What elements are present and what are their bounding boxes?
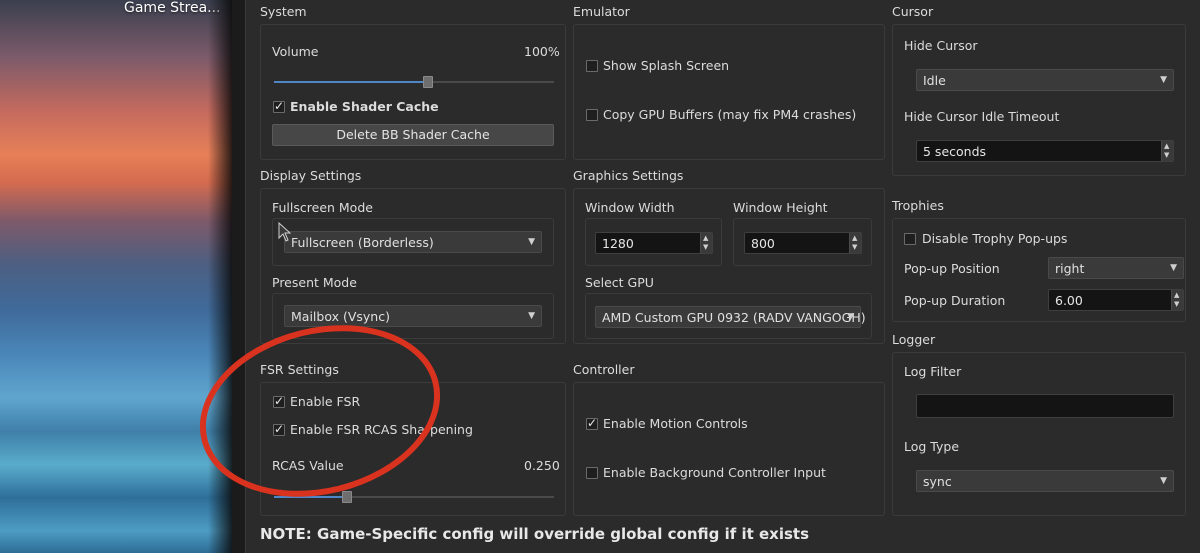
- window-height-label: Window Height: [733, 200, 828, 215]
- copy-gpu-buffers-label: Copy GPU Buffers (may fix PM4 crashes): [603, 107, 857, 122]
- popup-position-value: right: [1055, 261, 1085, 276]
- rcas-value: 0.250: [524, 458, 560, 473]
- trophies-group-title: Trophies: [892, 198, 944, 213]
- mouse-pointer-icon: [278, 222, 292, 242]
- arrow-up-icon[interactable]: ▲: [852, 234, 857, 242]
- controller-group: [573, 382, 885, 516]
- present-mode-select[interactable]: Mailbox (Vsync) ▼: [284, 305, 542, 327]
- motion-controls-checkbox[interactable]: [586, 416, 598, 430]
- popup-position-label: Pop-up Position: [904, 261, 1000, 276]
- select-gpu-value: AMD Custom GPU 0932 (RADV VANGOGH): [602, 310, 866, 325]
- arrow-down-icon[interactable]: ▼: [852, 243, 857, 251]
- fullscreen-mode-value: Fullscreen (Borderless): [291, 235, 434, 250]
- idle-timeout-value: 5 seconds: [923, 144, 987, 159]
- window-width-stepper[interactable]: ▲ ▼: [700, 233, 712, 253]
- cursor-group-title: Cursor: [892, 4, 934, 19]
- log-filter-label: Log Filter: [904, 364, 962, 379]
- window-height-value: 800: [751, 236, 775, 251]
- chevron-down-icon: ▼: [528, 237, 535, 247]
- arrow-up-icon[interactable]: ▲: [703, 234, 708, 242]
- disable-trophy-popups-checkbox[interactable]: [904, 233, 916, 245]
- volume-label: Volume: [272, 44, 319, 59]
- window-left-edge: [232, 0, 246, 553]
- system-group-title: System: [260, 4, 307, 19]
- arrow-up-icon[interactable]: ▲: [1174, 291, 1179, 299]
- arrow-down-icon[interactable]: ▼: [703, 243, 708, 251]
- arrow-down-icon[interactable]: ▼: [1164, 151, 1169, 159]
- window-width-spinbox[interactable]: 1280 ▲ ▼: [595, 232, 713, 254]
- global-config-note: NOTE: Game-Specific config will override…: [260, 525, 810, 543]
- chevron-down-icon: ▼: [1160, 75, 1167, 85]
- volume-slider-fill: [274, 81, 423, 83]
- log-type-label: Log Type: [904, 439, 960, 454]
- window-height-stepper[interactable]: ▲ ▼: [849, 233, 861, 253]
- graphics-group-title: Graphics Settings: [573, 168, 684, 183]
- rcas-slider-fill: [274, 496, 342, 498]
- rcas-value-label: RCAS Value: [272, 458, 344, 473]
- volume-slider-handle[interactable]: [423, 76, 433, 88]
- window-shadow: [208, 0, 232, 553]
- logger-group-title: Logger: [892, 332, 936, 347]
- enable-rcas-checkbox[interactable]: [273, 422, 285, 436]
- window-height-spinbox[interactable]: 800 ▲ ▼: [744, 232, 862, 254]
- fullscreen-mode-label: Fullscreen Mode: [272, 200, 373, 215]
- splash-screen-checkbox[interactable]: [586, 60, 598, 72]
- present-mode-label: Present Mode: [272, 275, 357, 290]
- popup-duration-spinbox[interactable]: 6.00 ▲ ▼: [1048, 289, 1184, 311]
- volume-slider[interactable]: [274, 76, 554, 88]
- idle-timeout-stepper[interactable]: ▲ ▼: [1161, 141, 1173, 161]
- controller-group-title: Controller: [573, 362, 635, 377]
- popup-position-select[interactable]: right ▼: [1048, 257, 1184, 279]
- motion-controls-label: Enable Motion Controls: [603, 416, 748, 431]
- fullscreen-mode-select[interactable]: Fullscreen (Borderless) ▼: [284, 231, 542, 253]
- idle-timeout-label: Hide Cursor Idle Timeout: [904, 109, 1060, 124]
- hide-cursor-select[interactable]: Idle ▼: [916, 69, 1174, 91]
- present-mode-value: Mailbox (Vsync): [291, 309, 390, 324]
- enable-rcas-label: Enable FSR RCAS Sharpening: [290, 422, 473, 437]
- background-input-label: Enable Background Controller Input: [603, 465, 826, 480]
- chevron-down-icon: ▼: [1170, 263, 1177, 273]
- window-width-label: Window Width: [585, 200, 675, 215]
- popup-duration-value: 6.00: [1055, 293, 1083, 308]
- emulator-group: [573, 24, 885, 160]
- popup-duration-label: Pop-up Duration: [904, 293, 1006, 308]
- enable-fsr-checkbox[interactable]: [273, 394, 285, 408]
- popup-duration-stepper[interactable]: ▲ ▼: [1171, 290, 1183, 310]
- background-input-checkbox[interactable]: [586, 467, 598, 479]
- settings-window: System Volume 100% Enable Shader Cache D…: [232, 0, 1200, 553]
- desktop-window-title: Game Strea...: [124, 0, 221, 16]
- chevron-down-icon: ▼: [1160, 476, 1167, 486]
- select-gpu-select[interactable]: AMD Custom GPU 0932 (RADV VANGOGH) ▼: [595, 306, 866, 328]
- copy-gpu-buffers-checkbox[interactable]: [586, 109, 598, 121]
- window-width-value: 1280: [602, 236, 634, 251]
- delete-shader-cache-button[interactable]: Delete BB Shader Cache: [272, 124, 554, 146]
- emulator-group-title: Emulator: [573, 4, 630, 19]
- log-type-value: sync: [923, 474, 952, 489]
- disable-trophy-popups-label: Disable Trophy Pop-ups: [922, 231, 1068, 246]
- splash-screen-label: Show Splash Screen: [603, 58, 730, 73]
- enable-fsr-label: Enable FSR: [290, 394, 361, 409]
- arrow-down-icon[interactable]: ▼: [1174, 300, 1179, 308]
- hide-cursor-label: Hide Cursor: [904, 38, 978, 53]
- fsr-group-title: FSR Settings: [260, 362, 339, 377]
- hide-cursor-value: Idle: [923, 73, 946, 88]
- volume-value: 100%: [524, 44, 560, 59]
- desktop-background: Game Strea...: [0, 0, 232, 553]
- rcas-slider-handle[interactable]: [342, 491, 352, 503]
- shader-cache-label: Enable Shader Cache: [290, 99, 439, 114]
- select-gpu-label: Select GPU: [585, 275, 654, 290]
- log-filter-input[interactable]: [916, 394, 1174, 418]
- shader-cache-checkbox[interactable]: [273, 99, 285, 113]
- chevron-down-icon: ▼: [847, 312, 854, 322]
- display-group-title: Display Settings: [260, 168, 362, 183]
- idle-timeout-spinbox[interactable]: 5 seconds ▲ ▼: [916, 140, 1174, 162]
- rcas-slider[interactable]: [274, 491, 554, 503]
- log-type-select[interactable]: sync ▼: [916, 470, 1174, 492]
- arrow-up-icon[interactable]: ▲: [1164, 142, 1169, 150]
- chevron-down-icon: ▼: [528, 311, 535, 321]
